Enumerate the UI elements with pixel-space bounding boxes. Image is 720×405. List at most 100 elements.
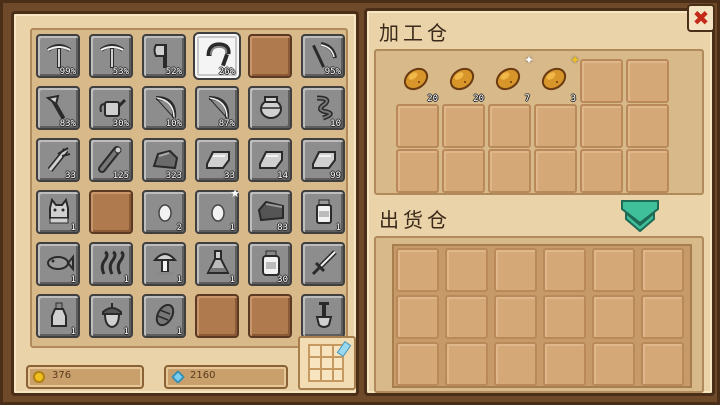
item-quantity: 83% (59, 119, 76, 129)
shipping-slot[interactable] (396, 248, 439, 292)
inventory-slot[interactable]: 30 (248, 242, 292, 286)
item-quantity: 125 (112, 171, 129, 181)
item-quantity: 10% (165, 119, 182, 129)
transfer-down-arrow-icon[interactable] (620, 197, 660, 233)
inventory-slot[interactable]: 1 (142, 294, 186, 338)
inventory-slot[interactable]: 1 (36, 242, 80, 286)
inventory-slot[interactable]: 33 (195, 138, 239, 182)
item-quantity: 1 (70, 223, 76, 233)
processing-slot[interactable] (626, 104, 669, 148)
processing-slot[interactable] (580, 59, 623, 103)
shipping-slot[interactable] (445, 295, 488, 339)
inventory-slot[interactable]: 95% (301, 34, 345, 78)
inventory-slot[interactable]: 1 (89, 294, 133, 338)
inventory-slot-empty[interactable] (248, 294, 292, 338)
close-icon: ✖ (692, 6, 710, 30)
processing-slot[interactable] (488, 149, 531, 193)
inventory-slot[interactable]: 1 (142, 242, 186, 286)
shipping-slot[interactable] (543, 295, 586, 339)
inventory-slot[interactable]: 1 (89, 242, 133, 286)
shipping-slot[interactable] (641, 295, 684, 339)
inventory-slot[interactable]: 125 (89, 138, 133, 182)
item-quantity: 1 (70, 327, 76, 337)
shipping-slot[interactable] (494, 342, 537, 386)
inventory-slot[interactable]: 26% (195, 34, 239, 78)
processing-slot[interactable]: ✦ 7 (488, 53, 534, 104)
inventory-slot[interactable] (301, 242, 345, 286)
inventory-slot-empty[interactable] (195, 294, 239, 338)
item-quantity: 1 (335, 223, 341, 233)
inventory-slot[interactable]: 99% (36, 34, 80, 78)
shipping-slot[interactable] (592, 248, 635, 292)
processing-slot[interactable] (580, 149, 623, 193)
inventory-slot[interactable]: 53% (89, 34, 133, 78)
processing-title: 加工仓 (379, 21, 451, 45)
inventory-slot[interactable]: 323 (142, 138, 186, 182)
cat-icon (49, 197, 69, 224)
inventory-slot[interactable]: 1 (36, 190, 80, 234)
inventory-slot[interactable]: 14 (248, 138, 292, 182)
processing-slot[interactable] (626, 149, 669, 193)
egg-icon (211, 204, 225, 222)
inventory-slot[interactable]: 10 (301, 86, 345, 130)
inventory-slot[interactable]: 1 (301, 190, 345, 234)
processing-slot[interactable] (626, 59, 669, 103)
gem-icon (170, 369, 186, 385)
shipping-slot[interactable] (543, 248, 586, 292)
item-quantity: 33 (224, 171, 235, 181)
item-quantity: 1 (229, 275, 235, 285)
shipping-slot[interactable] (641, 248, 684, 292)
shipping-slot[interactable] (445, 342, 488, 386)
axe-icon (153, 44, 167, 68)
mushroom-icon (152, 253, 178, 275)
sort-grid-button[interactable] (298, 336, 356, 390)
shipping-slot[interactable] (396, 342, 439, 386)
shipping-slot[interactable] (396, 295, 439, 339)
inventory-slot[interactable]: 2 (142, 190, 186, 234)
inventory-slot[interactable] (248, 86, 292, 130)
inventory-slot[interactable]: 99 (301, 138, 345, 182)
processing-slot[interactable] (442, 104, 485, 148)
inventory-slot[interactable]: 1 (195, 242, 239, 286)
item-quantity: 323 (165, 171, 182, 181)
inventory-slot[interactable]: ★ 1 (195, 187, 240, 234)
inventory-slot[interactable]: 83 (248, 190, 292, 234)
processing-slot[interactable] (396, 104, 439, 148)
shipping-slot[interactable] (494, 295, 537, 339)
inventory-slot[interactable]: 1 (36, 294, 80, 338)
item-quantity: 53% (112, 67, 129, 77)
inventory-slot[interactable]: 87% (195, 86, 239, 130)
shipping-slot[interactable] (494, 248, 537, 292)
processing-slot[interactable]: 20 (442, 59, 485, 104)
shipping-slot[interactable] (592, 295, 635, 339)
item-quantity: 1 (123, 275, 129, 285)
processing-slot[interactable] (534, 149, 577, 193)
item-quantity: 3 (570, 94, 576, 104)
item-quantity: 10 (330, 119, 341, 129)
processing-slot[interactable] (534, 104, 577, 148)
item-quantity: 20 (473, 94, 484, 104)
processing-slot[interactable] (442, 149, 485, 193)
inventory-slot[interactable]: 83% (36, 86, 80, 130)
potato-icon (541, 67, 567, 91)
shipping-slot[interactable] (543, 342, 586, 386)
shipping-slot[interactable] (641, 342, 684, 386)
inventory-slot[interactable]: 10% (142, 86, 186, 130)
inventory-slot[interactable]: 30% (89, 86, 133, 130)
inventory-slot[interactable] (301, 294, 345, 338)
inventory-slot[interactable]: 52% (142, 34, 186, 78)
processing-slot[interactable] (488, 104, 531, 148)
close-button[interactable]: ✖ (687, 4, 715, 32)
shipping-slot[interactable] (445, 248, 488, 292)
processing-slot[interactable] (580, 104, 623, 148)
inventory-slot[interactable]: 33 (36, 138, 80, 182)
processing-slot[interactable]: ✦ 3 (534, 53, 580, 104)
inventory-slot-empty[interactable] (248, 34, 292, 78)
shipping-slot[interactable] (592, 342, 635, 386)
processing-slot[interactable] (396, 149, 439, 193)
quality-star-icon: ✦ (523, 53, 534, 67)
item-quantity: 33 (65, 171, 76, 181)
inventory-slot-empty[interactable] (89, 190, 133, 234)
processing-slot[interactable]: 20 (396, 59, 439, 104)
inventory-grid: 99% 53% 52% 26% 95% 83% 30% 10% 87% 10 33 125 323 33 1… (30, 28, 348, 348)
